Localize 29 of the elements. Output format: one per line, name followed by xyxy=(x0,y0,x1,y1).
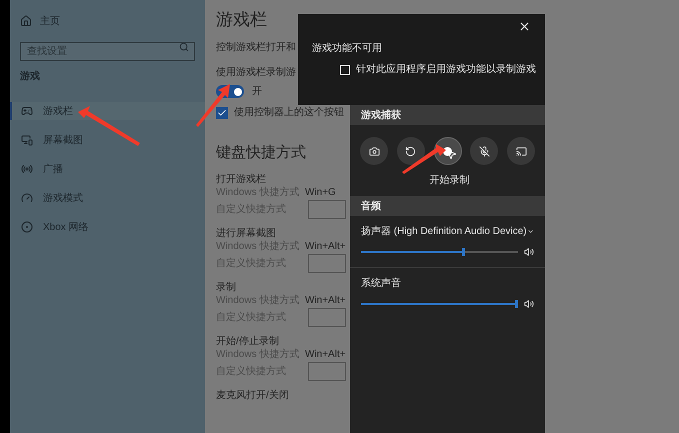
popup-title: 游戏功能不可用 xyxy=(312,42,383,56)
section-header: 游戏捕获 xyxy=(350,105,545,125)
home-link[interactable]: 主页 xyxy=(10,12,205,30)
shortcut-value: Win+Alt+ xyxy=(305,348,346,362)
shortcut-title: 开始/停止录制 xyxy=(216,334,280,348)
toggle-state: 开 xyxy=(252,85,262,99)
section-heading: 游戏 xyxy=(19,70,41,84)
shortcut-value: Win+Alt+ xyxy=(305,240,346,254)
shortcut-value: Win+Alt+ xyxy=(305,294,346,308)
shortcut-value: Win+G xyxy=(305,186,336,200)
section-heading: 键盘快捷方式 xyxy=(216,143,306,163)
page-title: 游戏栏 xyxy=(216,10,267,30)
toggle-label: 使用游戏栏录制游 xyxy=(216,66,296,80)
shortcut-title: 麦克风打开/关闭 xyxy=(216,388,290,402)
shortcut-title: 进行屏幕截图 xyxy=(216,226,277,240)
sidebar-item[interactable]: Xbox 网络 xyxy=(10,218,205,236)
sidebar-item[interactable]: 游戏模式 xyxy=(10,189,205,207)
section-header: 音频 xyxy=(350,196,545,216)
description-text: 控制游戏栏打开和 xyxy=(216,40,296,55)
sidebar-item[interactable]: 屏幕截图 xyxy=(10,131,205,149)
shortcut-title: 打开游戏栏 xyxy=(216,172,267,186)
sidebar-item[interactable]: 游戏栏 xyxy=(10,102,205,120)
checkbox-label: 使用控制器上的这个按钮 xyxy=(234,106,344,120)
channel-name: 扬声器 (High Definition Audio Device) xyxy=(361,224,527,239)
shortcut-title: 录制 xyxy=(216,280,237,294)
sidebar-item[interactable]: 广播 xyxy=(10,160,205,178)
button-label: 开始录制 xyxy=(430,174,470,188)
channel-name: 系统声音 xyxy=(361,276,401,291)
checkbox-label: 针对此应用程序启用游戏功能以录制游戏 xyxy=(356,62,536,77)
